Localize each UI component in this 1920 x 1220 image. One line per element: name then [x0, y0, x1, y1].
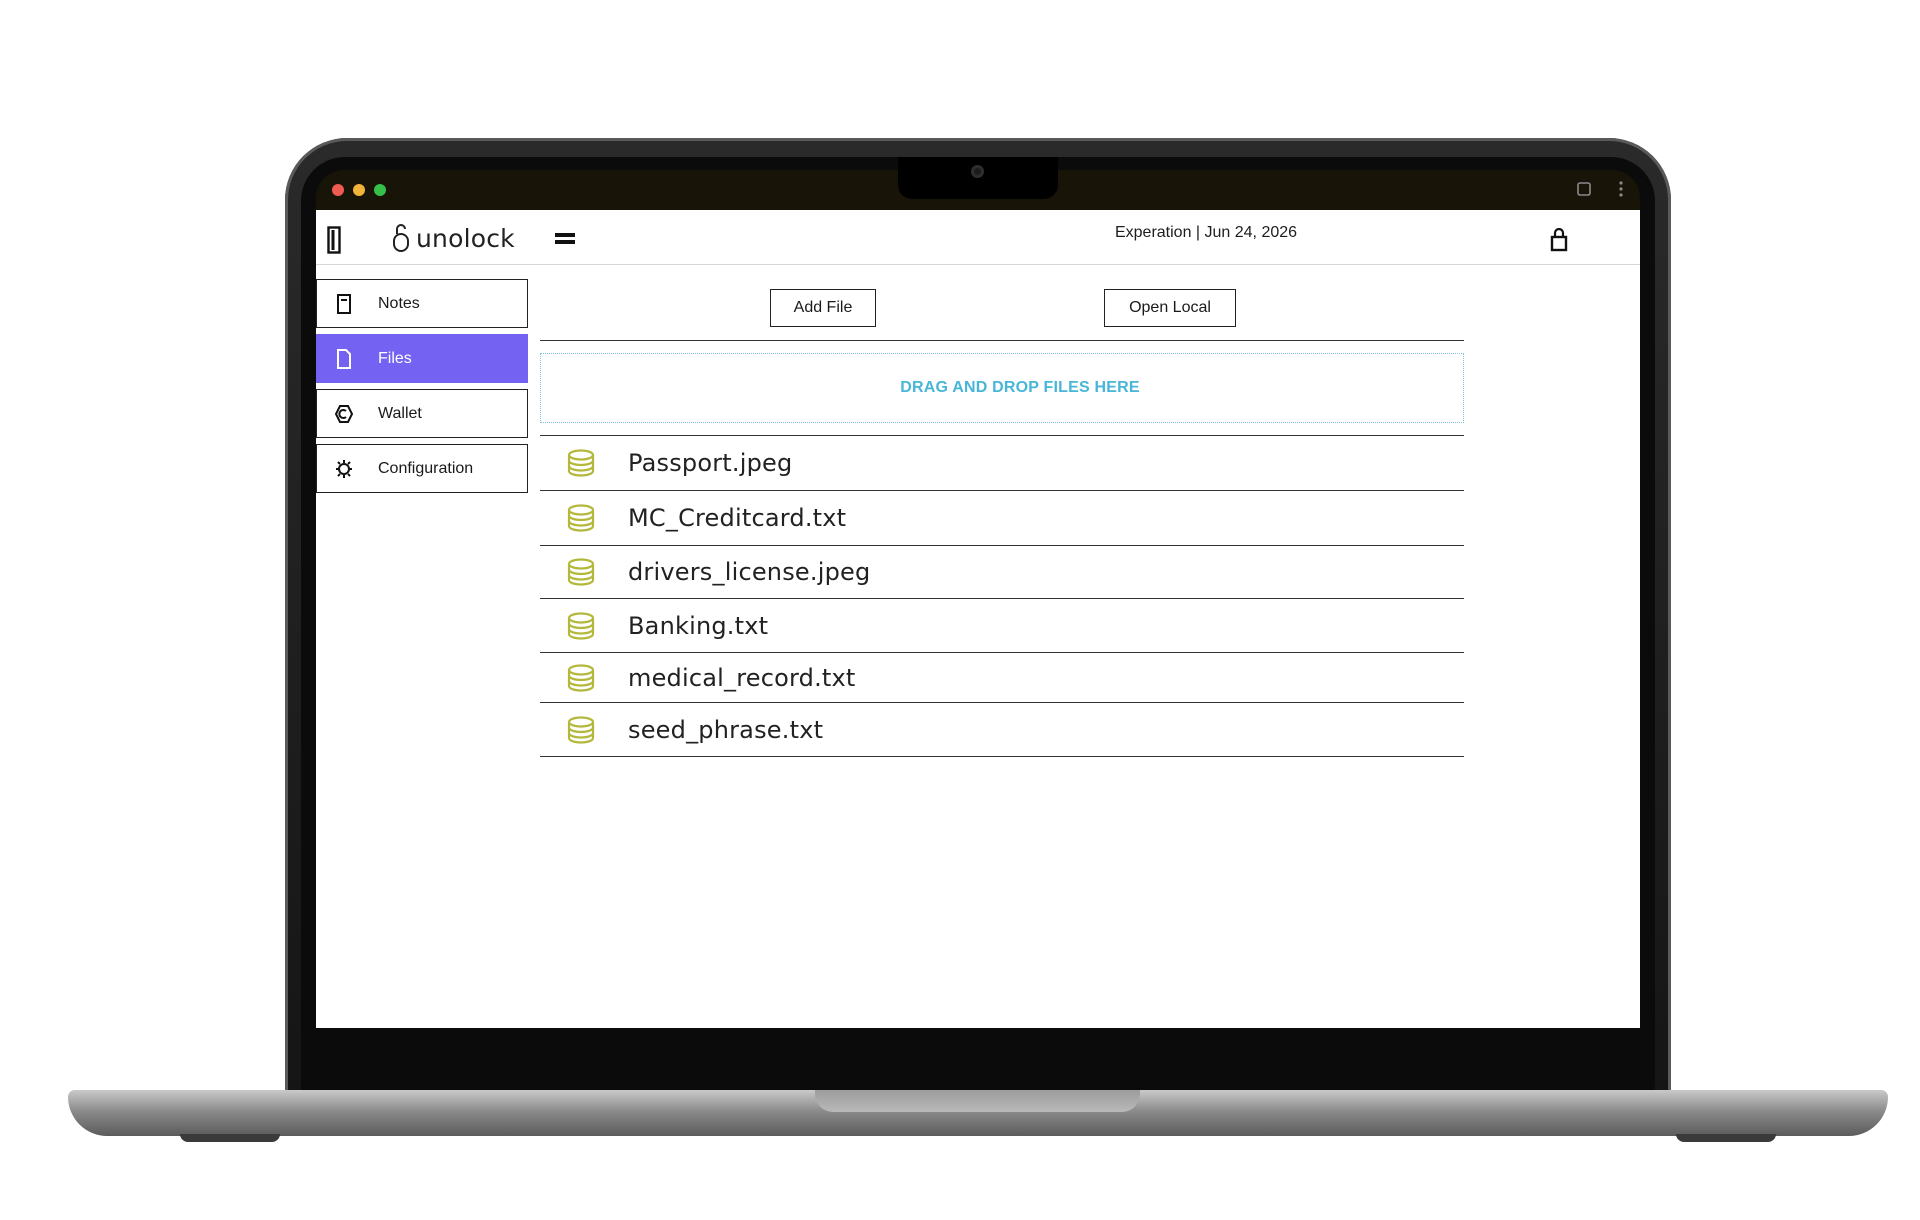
sidebar: Notes Files Wallet Configuration	[316, 279, 528, 499]
window-close-button[interactable]	[332, 184, 344, 196]
more-options-icon[interactable]	[1618, 180, 1624, 202]
database-icon	[567, 449, 595, 477]
laptop-opening-groove	[815, 1090, 1140, 1112]
sidebar-item-notes[interactable]: Notes	[316, 279, 528, 328]
divider	[540, 340, 1464, 341]
file-row[interactable]: Passport.jpeg	[540, 435, 1464, 490]
window-minimize-button[interactable]	[353, 184, 365, 196]
sidebar-item-label: Wallet	[378, 404, 422, 422]
file-icon	[337, 348, 351, 369]
wallet-icon	[334, 404, 354, 423]
lock-icon[interactable]	[1550, 227, 1568, 252]
gear-icon	[336, 459, 352, 478]
file-name: medical_record.txt	[628, 663, 856, 692]
extensions-icon[interactable]	[1576, 180, 1592, 202]
database-icon	[567, 611, 595, 640]
sidebar-item-label: Files	[378, 349, 412, 367]
logo-text: unolock	[416, 223, 515, 253]
hamburger-menu-icon[interactable]	[555, 231, 575, 247]
file-row[interactable]: Banking.txt	[540, 598, 1464, 652]
laptop-foot	[1676, 1134, 1776, 1142]
lock-logo-icon	[393, 224, 409, 252]
add-file-button[interactable]: Add File	[770, 289, 876, 327]
app-screen: unolock Experation | Jun 24, 2026 Notes …	[316, 210, 1640, 1028]
database-icon	[567, 558, 595, 586]
file-name: Passport.jpeg	[628, 449, 793, 477]
app-header: unolock Experation | Jun 24, 2026	[316, 210, 1640, 265]
file-row[interactable]: seed_phrase.txt	[540, 702, 1464, 757]
sidebar-item-label: Notes	[378, 294, 420, 312]
database-icon	[567, 715, 595, 744]
logo: unolock	[392, 222, 515, 254]
note-icon	[337, 293, 351, 314]
sidebar-toggle-icon[interactable]	[327, 226, 341, 254]
window-maximize-button[interactable]	[374, 184, 386, 196]
file-name: drivers_license.jpeg	[628, 558, 871, 586]
sidebar-item-configuration[interactable]: Configuration	[316, 444, 528, 493]
file-row[interactable]: medical_record.txt	[540, 652, 1464, 702]
database-icon	[567, 663, 595, 692]
camera-notch	[898, 157, 1058, 199]
drag-drop-label: DRAG AND DROP FILES HERE	[900, 379, 1140, 396]
file-row[interactable]: drivers_license.jpeg	[540, 545, 1464, 598]
camera-icon	[971, 165, 984, 178]
sidebar-item-wallet[interactable]: Wallet	[316, 389, 528, 438]
drag-drop-zone[interactable]: DRAG AND DROP FILES HERE	[540, 353, 1464, 423]
open-local-button[interactable]: Open Local	[1104, 289, 1236, 327]
database-icon	[567, 504, 595, 532]
sidebar-item-files[interactable]: Files	[316, 334, 528, 383]
file-name: Banking.txt	[628, 611, 769, 640]
file-name: seed_phrase.txt	[628, 715, 824, 744]
sidebar-item-label: Configuration	[378, 459, 474, 477]
file-row[interactable]: MC_Creditcard.txt	[540, 490, 1464, 545]
file-name: MC_Creditcard.txt	[628, 504, 847, 532]
file-list: Passport.jpeg MC_Creditcard.txt drivers_…	[540, 435, 1464, 757]
laptop-foot	[180, 1134, 280, 1142]
expiration-date: Experation | Jun 24, 2026	[1114, 224, 1298, 241]
